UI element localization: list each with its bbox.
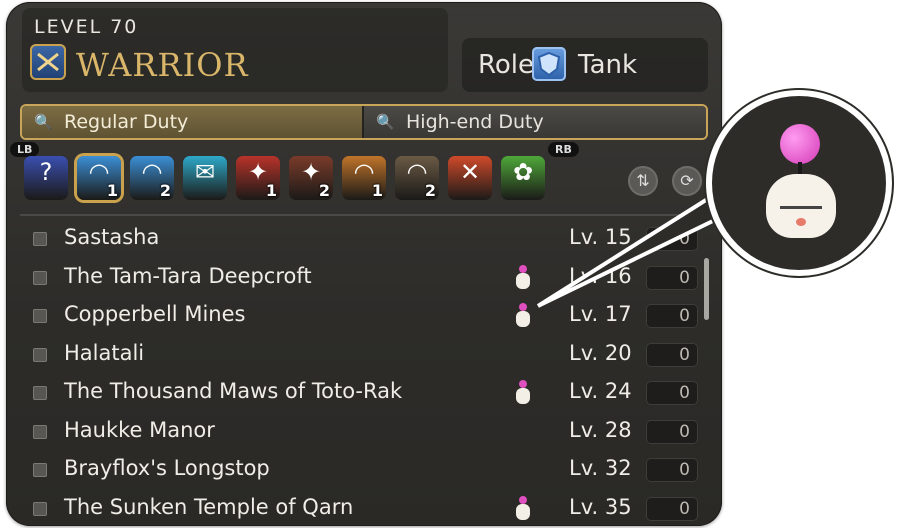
- tab-regular-duty[interactable]: 🔍 Regular Duty: [22, 106, 362, 138]
- rb-bumper[interactable]: RB: [548, 142, 579, 157]
- magnifier-icon: 🔍: [376, 113, 395, 131]
- role-box: Role: Tank: [462, 38, 708, 92]
- category-number: 1: [265, 181, 277, 200]
- moogle-icon: [514, 495, 532, 522]
- category-trials-2-icon[interactable]: ✦ 2: [289, 156, 333, 200]
- duty-checkbox[interactable]: [33, 501, 47, 516]
- duty-checkbox[interactable]: [33, 347, 47, 362]
- category-number: 1: [371, 181, 383, 200]
- category-trials-1-icon[interactable]: ✦ 1: [236, 156, 280, 200]
- duty-level: Lv. 20: [569, 340, 632, 365]
- lb-bumper[interactable]: LB: [10, 142, 40, 157]
- magnifier-icon: 🔍: [34, 113, 53, 131]
- moogle-icon: [514, 380, 532, 406]
- duty-level: Lv. 17: [569, 302, 632, 326]
- duty-level: Lv. 24: [569, 379, 632, 403]
- warrior-job-icon: [30, 44, 66, 80]
- divider: [20, 214, 706, 216]
- duty-level: Lv. 35: [569, 494, 632, 519]
- job-header: LEVEL 70 WARRIOR: [22, 8, 448, 92]
- duty-name: Haukke Manor: [64, 417, 215, 442]
- duty-level: Lv. 16: [569, 263, 632, 288]
- refresh-icon[interactable]: ⟳: [672, 166, 702, 196]
- duty-count: 0: [646, 304, 698, 328]
- duty-row[interactable]: Sastasha Lv. 15 0: [6, 220, 706, 258]
- level-text: LEVEL 70: [34, 16, 139, 38]
- category-guildhests-icon[interactable]: ✉: [183, 156, 227, 200]
- duty-count: 0: [646, 265, 698, 290]
- category-number: 1: [106, 181, 118, 200]
- duty-row[interactable]: Brayflox's Longstop Lv. 32 0: [6, 451, 706, 489]
- duty-name: Brayflox's Longstop: [64, 456, 270, 480]
- moogle-callout: [712, 96, 886, 270]
- duty-name: The Tam-Tara Deepcroft: [64, 263, 312, 288]
- duty-level: Lv. 32: [569, 456, 632, 480]
- duty-count: 0: [646, 227, 698, 251]
- category-glyph: ✿: [512, 158, 534, 186]
- duty-name: Sastasha: [64, 225, 160, 249]
- duty-count: 0: [646, 381, 698, 405]
- duty-name: The Thousand Maws of Toto-Rak: [64, 379, 403, 403]
- category-number: 2: [159, 181, 171, 200]
- duty-checkbox[interactable]: [33, 463, 47, 477]
- category-raids-1-icon[interactable]: ◠ 1: [342, 156, 386, 200]
- duty-count: 0: [646, 458, 698, 482]
- duty-level: Lv. 28: [569, 417, 632, 442]
- duty-checkbox[interactable]: [33, 386, 47, 400]
- moogle-icon: [766, 124, 836, 244]
- category-glyph: ✕: [459, 158, 481, 186]
- duty-row[interactable]: Copperbell Mines Lv. 17 0: [6, 297, 706, 335]
- duty-tabs: 🔍 Regular Duty 🔍 High-end Duty: [20, 104, 708, 140]
- category-dungeons-1-icon[interactable]: ◠ 1: [77, 156, 121, 200]
- category-gold-saucer-icon[interactable]: ✿: [501, 156, 545, 200]
- duty-row[interactable]: Haukke Manor Lv. 28 0: [6, 413, 706, 451]
- category-number: 2: [318, 181, 330, 200]
- duty-finder-panel: LEVEL 70 WARRIOR Role: Tank 🔍 Regular Du…: [6, 2, 722, 526]
- role-value: Tank: [578, 50, 638, 80]
- job-name: WARRIOR: [76, 46, 249, 84]
- tab-high-end-duty[interactable]: 🔍 High-end Duty: [364, 106, 706, 138]
- duty-row[interactable]: The Tam-Tara Deepcroft Lv. 16 0: [6, 259, 706, 297]
- duty-row[interactable]: The Thousand Maws of Toto-Rak Lv. 24 0: [6, 374, 706, 412]
- moogle-icon: [514, 264, 532, 291]
- category-raids-2-icon[interactable]: ◠ 2: [395, 156, 439, 200]
- duty-count: 0: [646, 419, 698, 444]
- duty-name: Halatali: [64, 340, 145, 365]
- duty-checkbox[interactable]: [33, 424, 47, 439]
- duty-checkbox[interactable]: [33, 309, 47, 323]
- tab-label: Regular Duty: [64, 111, 189, 133]
- duty-checkbox[interactable]: [33, 270, 47, 285]
- duty-count: 0: [646, 496, 698, 521]
- duty-level: Lv. 15: [569, 225, 632, 249]
- duty-row[interactable]: The Sunken Temple of Qarn Lv. 35 0: [6, 490, 706, 527]
- sort-arrows-icon[interactable]: ⇅: [628, 166, 658, 196]
- category-glyph: ?: [39, 158, 53, 186]
- category-glyph: ✉: [194, 158, 216, 186]
- duty-count: 0: [646, 342, 698, 367]
- moogle-icon: [514, 303, 532, 329]
- duty-row[interactable]: Halatali Lv. 20 0: [6, 336, 706, 374]
- tab-label: High-end Duty: [406, 111, 544, 133]
- category-pvp-icon[interactable]: ✕: [448, 156, 492, 200]
- duty-checkbox[interactable]: [33, 232, 47, 246]
- tank-shield-icon: [532, 47, 566, 81]
- category-number: 2: [424, 181, 436, 200]
- category-roulette-icon[interactable]: ?: [24, 156, 68, 200]
- scrollbar[interactable]: [704, 258, 709, 320]
- category-dungeons-2-icon[interactable]: ◠ 2: [130, 156, 174, 200]
- duty-name: Copperbell Mines: [64, 302, 246, 326]
- duty-name: The Sunken Temple of Qarn: [64, 494, 354, 519]
